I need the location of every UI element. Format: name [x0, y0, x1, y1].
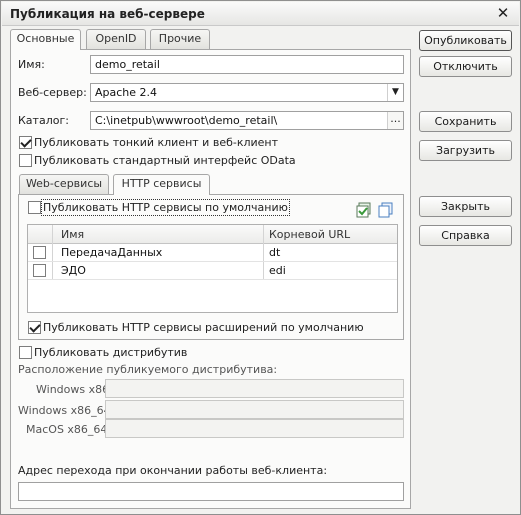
name-field[interactable]: demo_retail [90, 55, 404, 74]
save-button[interactable]: Сохранить [419, 111, 512, 132]
tab-other-label: Прочие [158, 32, 202, 45]
publish-http-default-checkbox[interactable] [28, 201, 41, 214]
tab-main-label: Основные [16, 32, 75, 45]
publish-http-ext-default-checkbox[interactable] [28, 321, 41, 334]
windows-x86-field[interactable] [105, 379, 404, 398]
chevron-down-icon[interactable]: ▼ [387, 84, 403, 101]
check-all-icon[interactable] [356, 202, 372, 218]
name-label: Имя: [18, 58, 45, 71]
http-services-table: Имя Корневой URL ПередачаДанных dt ЭДО e… [27, 224, 398, 313]
distrib-location-label: Расположение публикуемого дистрибутива: [18, 363, 278, 376]
publish-odata-label: Публиковать стандартный интерфейс OData [34, 154, 296, 167]
catalog-label: Каталог: [18, 114, 69, 127]
window-title: Публикация на веб-сервере [10, 7, 205, 21]
macos-x86-64-label: MacOS x86_64: [26, 423, 112, 436]
row-checkbox[interactable] [33, 264, 46, 277]
table-header: Имя Корневой URL [28, 225, 397, 244]
exit-url-field[interactable] [18, 482, 404, 501]
load-button[interactable]: Загрузить [419, 140, 512, 161]
webserver-select[interactable]: Apache 2.4 ▼ [90, 83, 404, 102]
column-header-name[interactable]: Имя [61, 228, 84, 241]
tab-main[interactable]: Основные [10, 29, 81, 50]
http-services-panel: Публиковать HTTP сервисы по умолчанию Им… [18, 194, 404, 340]
title-bar: Публикация на веб-сервере ✕ [2, 2, 519, 26]
publish-http-ext-default-label: Публиковать HTTP сервисы расширений по у… [43, 321, 364, 334]
publish-odata-checkbox[interactable] [19, 154, 32, 167]
publish-distrib-checkbox[interactable] [19, 346, 32, 359]
uncheck-all-icon[interactable] [378, 202, 394, 218]
close-button[interactable]: Закрыть [419, 196, 512, 217]
tab-http-services[interactable]: HTTP сервисы [113, 174, 210, 195]
help-button[interactable]: Справка [419, 225, 512, 246]
tab-http-services-label: HTTP сервисы [121, 177, 202, 190]
tab-openid-label: OpenID [95, 32, 137, 45]
publish-button[interactable]: Опубликовать [419, 30, 512, 51]
catalog-value: C:\inetpub\wwwroot\demo_retail\ [95, 114, 278, 127]
row-name: ЭДО [61, 264, 86, 277]
tab-openid[interactable]: OpenID [86, 29, 146, 49]
disable-button[interactable]: Отключить [419, 56, 512, 77]
browse-button[interactable]: ... [387, 112, 403, 129]
publish-thin-client-checkbox[interactable] [19, 136, 32, 149]
publish-thin-client-label: Публиковать тонкий клиент и веб-клиент [34, 136, 279, 149]
table-row[interactable]: ПередачаДанных dt [28, 244, 397, 262]
exit-url-label: Адрес перехода при окончании работы веб-… [18, 464, 328, 477]
row-url: edi [269, 264, 286, 277]
publish-http-default-label: Публиковать HTTP сервисы по умолчанию [41, 199, 290, 216]
webserver-label: Веб-сервер: [18, 86, 87, 99]
publish-dialog: Публикация на веб-сервере ✕ Основные Ope… [0, 0, 521, 515]
close-icon[interactable]: ✕ [495, 5, 511, 21]
tab-web-services[interactable]: Web-сервисы [19, 174, 109, 194]
catalog-field[interactable]: C:\inetpub\wwwroot\demo_retail\ ... [90, 111, 404, 130]
windows-x86-label: Windows x86: [36, 383, 113, 396]
webserver-value: Apache 2.4 [95, 86, 158, 99]
row-url: dt [269, 246, 281, 259]
macos-x86-64-field[interactable] [105, 419, 404, 438]
windows-x86-64-field[interactable] [105, 400, 404, 419]
row-name: ПередачаДанных [61, 246, 163, 259]
publish-distrib-label: Публиковать дистрибутив [34, 346, 188, 359]
row-checkbox[interactable] [33, 246, 46, 259]
windows-x86-64-label: Windows x86_64: [18, 404, 115, 417]
table-row[interactable]: ЭДО edi [28, 262, 397, 280]
tab-web-services-label: Web-сервисы [25, 177, 103, 190]
tab-other[interactable]: Прочие [150, 29, 210, 49]
column-header-root-url[interactable]: Корневой URL [269, 228, 350, 241]
main-tab-panel: Имя: demo_retail Веб-сервер: Apache 2.4 … [10, 49, 411, 509]
